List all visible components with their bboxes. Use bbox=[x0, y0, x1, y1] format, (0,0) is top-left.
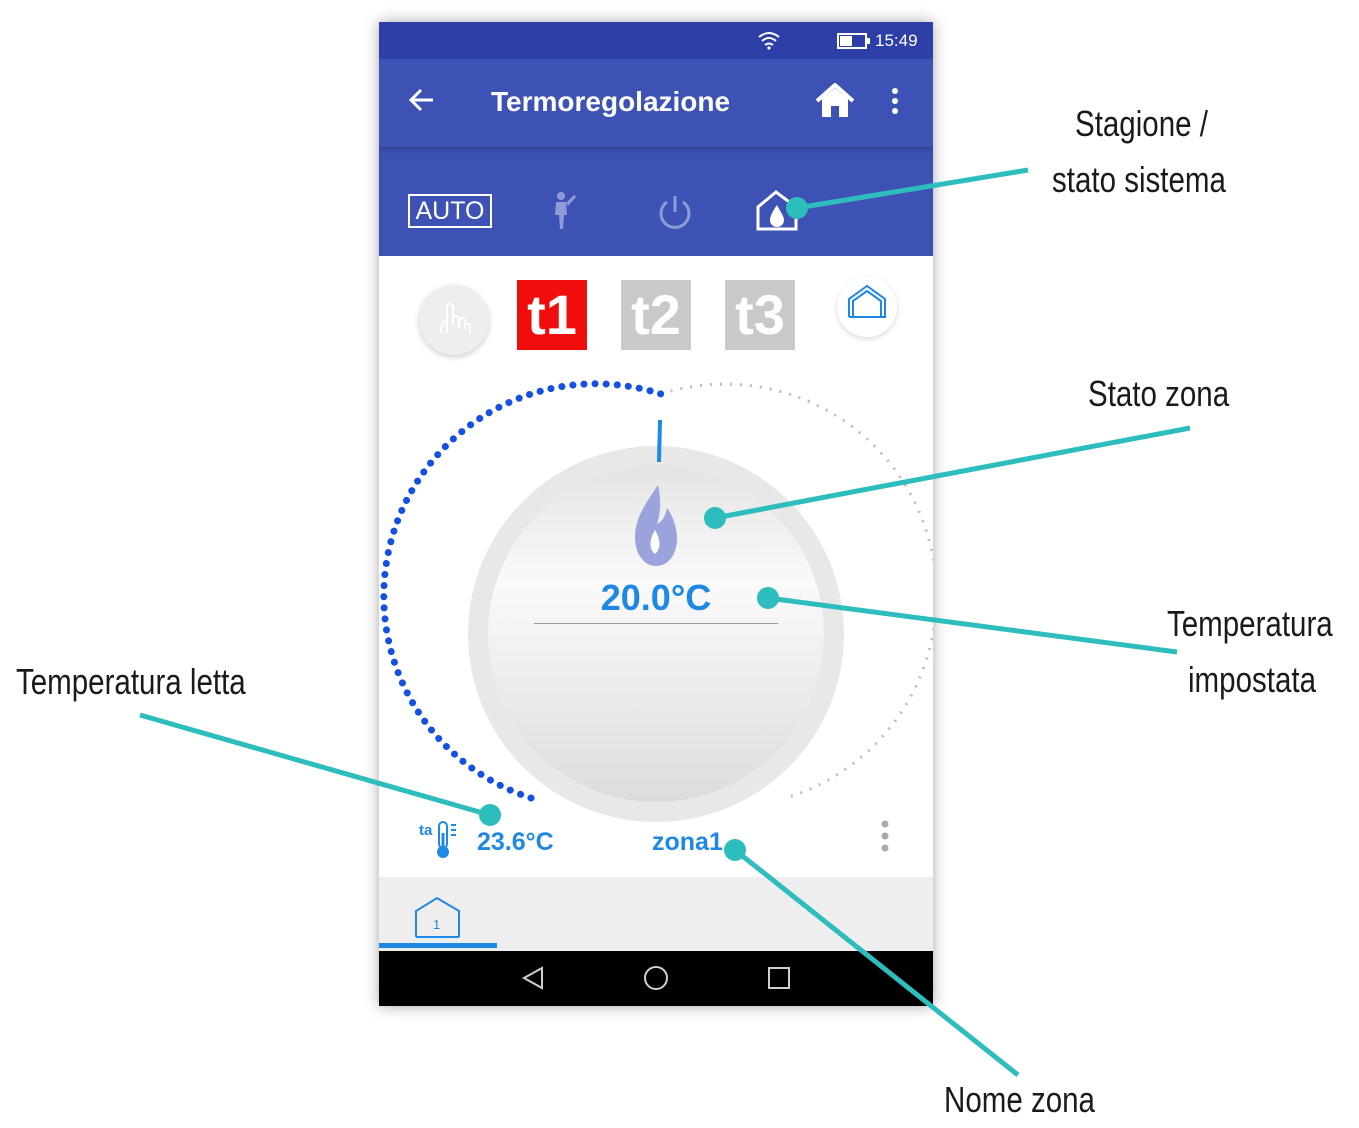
callout-zone-state: Stato zona bbox=[1088, 373, 1230, 414]
callout-line-set-temperature bbox=[767, 595, 1178, 655]
callout-line-season bbox=[796, 167, 1029, 211]
callout-dot-read-temperature bbox=[479, 804, 501, 826]
callout-set-temp-line2: impostata bbox=[1188, 659, 1316, 700]
callout-line-zone-state bbox=[714, 425, 1191, 521]
callout-season-line2: stato sistema bbox=[1052, 159, 1226, 200]
callout-season-line1: Stagione / bbox=[1075, 103, 1208, 144]
callout-dot-season bbox=[786, 197, 808, 219]
callout-dot-set-temperature bbox=[757, 587, 779, 609]
callout-line-zone-name bbox=[733, 848, 1020, 1077]
callout-dot-zone-name bbox=[724, 839, 746, 861]
callout-read-temp: Temperatura letta bbox=[16, 661, 246, 702]
callout-dot-zone-state bbox=[704, 507, 726, 529]
callout-set-temp-line1: Temperatura bbox=[1167, 603, 1333, 644]
callout-line-read-temperature bbox=[139, 712, 491, 818]
callout-zone-name: Nome zona bbox=[944, 1079, 1095, 1120]
